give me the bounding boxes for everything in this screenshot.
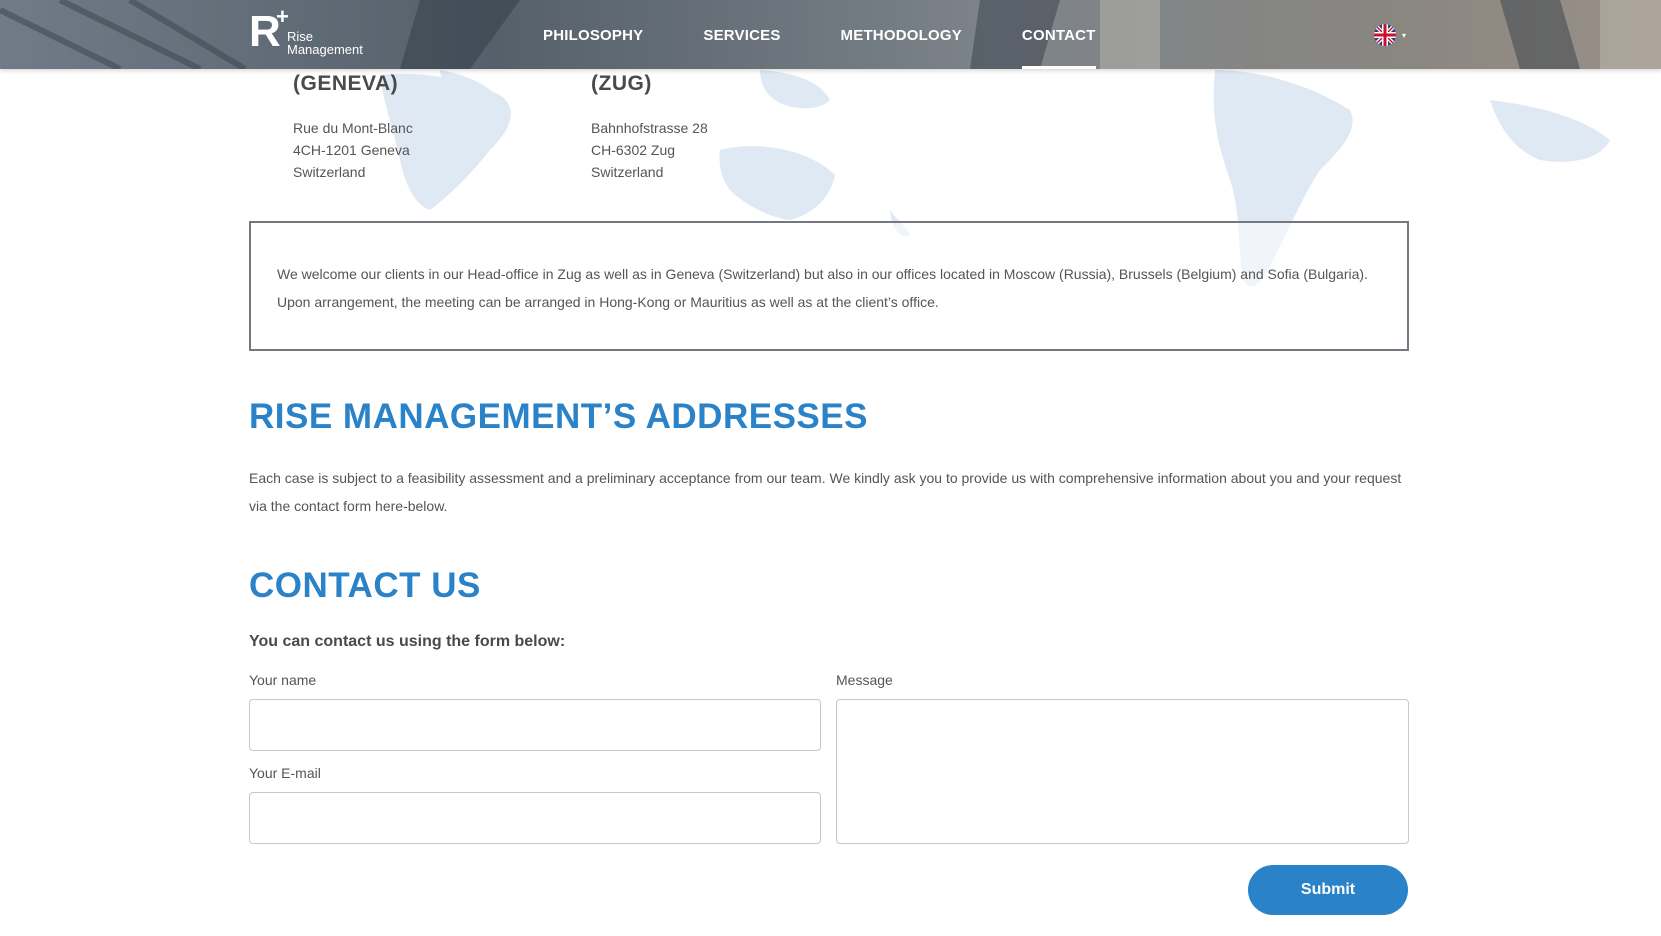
nav-item-philosophy[interactable]: PHILOSOPHY bbox=[543, 0, 643, 69]
office-address-line: 4CH-1201 Geneva bbox=[293, 142, 410, 158]
uk-flag-icon bbox=[1374, 24, 1396, 46]
main-nav: PHILOSOPHY SERVICES METHODOLOGY CONTACT bbox=[543, 0, 1156, 69]
email-label: Your E-mail bbox=[249, 765, 321, 781]
office-address-line: Switzerland bbox=[293, 164, 366, 180]
logo[interactable]: R + Rise Management bbox=[249, 6, 379, 58]
office-address-line: CH-6302 Zug bbox=[591, 142, 676, 158]
site-header: R + Rise Management PHILOSOPHY SERVICES … bbox=[0, 0, 1661, 69]
nav-item-contact[interactable]: CONTACT bbox=[1021, 0, 1096, 69]
email-field[interactable] bbox=[249, 792, 821, 844]
main-content: (GENEVA) Rue du Mont-Blanc 4CH-1201 Gene… bbox=[249, 69, 1409, 915]
office-address-line: Bahnhofstrasse 28 bbox=[591, 120, 708, 136]
name-field[interactable] bbox=[249, 699, 821, 751]
office-address-line: Rue du Mont-Blanc bbox=[293, 120, 413, 136]
office-geneva: (GENEVA) Rue du Mont-Blanc 4CH-1201 Gene… bbox=[293, 69, 413, 183]
contact-page: R + Rise Management PHILOSOPHY SERVICES … bbox=[0, 0, 1661, 936]
offices-notice: We welcome our clients in our Head-offic… bbox=[249, 221, 1409, 351]
offices: (GENEVA) Rue du Mont-Blanc 4CH-1201 Gene… bbox=[249, 69, 1409, 221]
office-address-line: Switzerland bbox=[591, 164, 664, 180]
logo-text: Rise Management bbox=[287, 30, 363, 56]
name-label: Your name bbox=[249, 672, 317, 688]
message-label: Message bbox=[836, 672, 893, 688]
office-zug: (ZUG) Bahnhofstrasse 28 CH-6302 Zug Swit… bbox=[591, 69, 708, 183]
addresses-title: RISE MANAGEMENT’S ADDRESSES bbox=[249, 397, 868, 436]
message-field[interactable] bbox=[836, 699, 1409, 844]
submit-button[interactable]: Submit bbox=[1248, 865, 1408, 915]
addresses-text: Each case is subject to a feasibility as… bbox=[249, 470, 1402, 514]
contact-title: CONTACT US bbox=[249, 566, 481, 605]
office-title: (ZUG) bbox=[591, 72, 652, 95]
language-selector[interactable]: ▾ bbox=[1374, 24, 1406, 46]
nav-item-methodology[interactable]: METHODOLOGY bbox=[841, 0, 962, 69]
contact-intro: You can contact us using the form below: bbox=[249, 633, 566, 650]
nav-item-services[interactable]: SERVICES bbox=[703, 0, 780, 69]
logo-plus: + bbox=[276, 4, 289, 29]
chevron-down-icon: ▾ bbox=[1402, 30, 1407, 40]
office-title: (GENEVA) bbox=[293, 72, 399, 95]
logo-line-2: Management bbox=[287, 42, 363, 57]
